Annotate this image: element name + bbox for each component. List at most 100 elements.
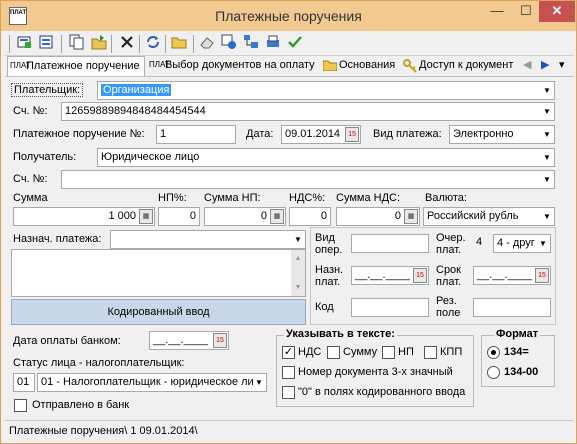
- tab-label: Основания: [339, 59, 396, 71]
- nds-checkbox[interactable]: ✓: [282, 346, 295, 359]
- blue-gear-icon[interactable]: [219, 34, 239, 54]
- close-button[interactable]: ✕: [539, 1, 575, 22]
- payer-label: Плательщик:: [11, 83, 84, 97]
- scroll-up-icon[interactable]: ▲: [291, 250, 305, 267]
- indicate-group-title: Указывать в тексте:: [284, 328, 397, 340]
- due-date-label-line1: Срок: [436, 264, 461, 276]
- zero-in-coded-checkbox-label: "0" в полях кодированного ввода: [298, 386, 466, 398]
- purpose-date-input[interactable]: __.__.____ 15: [351, 266, 429, 285]
- folder-icon: [322, 59, 338, 72]
- purpose-date-value: __.__.____: [355, 269, 411, 281]
- tab-more-button[interactable]: ▾: [559, 56, 565, 76]
- coded-input-button[interactable]: Кодированный ввод: [11, 299, 306, 325]
- calculator-icon[interactable]: ▦: [404, 209, 418, 224]
- delete-icon[interactable]: [117, 34, 137, 54]
- payment-order-panel: Плательщик: Организация ▼ Сч. №: 1265988…: [5, 76, 573, 418]
- toolbar-separator: [139, 35, 140, 53]
- maximize-button[interactable]: ☐: [512, 1, 540, 22]
- toolbar-separator: [111, 35, 112, 53]
- bank-date-input[interactable]: __.__.____ 15: [149, 331, 229, 350]
- due-date-input[interactable]: __.__.____ 15: [473, 266, 551, 285]
- chevron-down-icon[interactable]: ▼: [536, 235, 550, 252]
- chevron-down-icon[interactable]: ▼: [540, 208, 554, 225]
- tree-icon[interactable]: [241, 34, 261, 54]
- format-134-label: 134=: [504, 346, 529, 358]
- payment-type-combo[interactable]: Электронно ▼: [449, 125, 555, 144]
- format-group: [481, 335, 555, 387]
- purpose-textarea[interactable]: ▲ ▼: [11, 249, 306, 297]
- minimize-button[interactable]: —: [483, 1, 511, 22]
- chevron-down-icon[interactable]: ▼: [291, 231, 305, 248]
- format-134-radio[interactable]: [487, 346, 500, 359]
- currency-combo[interactable]: Российский рубль ▼: [423, 207, 555, 226]
- calendar-icon[interactable]: 15: [535, 268, 549, 283]
- kpp-checkbox[interactable]: [424, 346, 437, 359]
- format-134-00-radio[interactable]: [487, 366, 500, 379]
- chevron-down-icon[interactable]: ▼: [540, 171, 554, 188]
- tab-payment-order[interactable]: ПЛАТ Платежное поручение: [7, 56, 145, 76]
- chevron-down-icon[interactable]: ▼: [540, 126, 554, 143]
- print-icon[interactable]: [263, 34, 283, 54]
- copy-icon[interactable]: [67, 34, 87, 54]
- taxpayer-status-combo[interactable]: 01 - Налогоплательщик - юридическое ли ▼: [37, 373, 267, 392]
- scroll-down-icon[interactable]: ▼: [291, 279, 305, 296]
- np-checkbox[interactable]: [382, 346, 395, 359]
- order-number-input[interactable]: 1: [156, 125, 236, 144]
- title-bar: ПЛАТ Платежные поручения — ☐ ✕: [1, 1, 576, 31]
- calculator-icon[interactable]: ▦: [270, 209, 284, 224]
- op-type-input[interactable]: [351, 234, 429, 253]
- result-field-input[interactable]: [473, 298, 551, 317]
- calendar-icon[interactable]: 15: [213, 333, 227, 348]
- sum-checkbox[interactable]: [327, 346, 340, 359]
- folder-open-icon[interactable]: [169, 34, 189, 54]
- recipient-combo[interactable]: Юридическое лицо ▼: [97, 148, 555, 167]
- sum-np-input[interactable]: 0 ▦: [204, 207, 286, 226]
- account-label: Сч. №:: [13, 105, 48, 117]
- np-percent-input[interactable]: 0: [158, 207, 200, 226]
- chevron-down-icon[interactable]: ▼: [540, 103, 554, 120]
- purpose-scrollbar[interactable]: ▲ ▼: [291, 250, 305, 296]
- payer-combo[interactable]: Организация ▼: [97, 81, 555, 100]
- add-icon[interactable]: [15, 34, 35, 54]
- calculator-icon[interactable]: ▦: [139, 209, 153, 224]
- main-window: ПЛАТ Платежные поручения — ☐ ✕ ПЛАТ Плат…: [0, 0, 577, 444]
- check-icon[interactable]: [285, 34, 305, 54]
- purpose-template-combo[interactable]: ▼: [110, 230, 306, 249]
- recipient-account-combo[interactable]: ▼: [61, 170, 555, 189]
- chevron-down-icon[interactable]: ▼: [540, 82, 554, 99]
- eraser-icon[interactable]: [197, 34, 217, 54]
- tab-prev-button[interactable]: ◀: [523, 56, 531, 76]
- tab-document-access[interactable]: Доступ к документ: [401, 56, 519, 76]
- tab-grounds[interactable]: Основания: [321, 56, 401, 76]
- sent-to-bank-checkbox[interactable]: [14, 399, 27, 412]
- edit-icon[interactable]: [37, 34, 57, 54]
- folder-move-icon[interactable]: [89, 34, 109, 54]
- code-input[interactable]: [351, 298, 429, 317]
- date-input[interactable]: 09.01.2014 15: [281, 125, 361, 144]
- tab-select-documents[interactable]: ПЛАТ Выбор документов на оплату: [147, 56, 319, 76]
- bank-date-label: Дата оплаты банком:: [13, 335, 121, 347]
- queue-combo[interactable]: 4 - друг ▼: [493, 234, 551, 253]
- due-date-label: Срок плат.: [436, 264, 461, 288]
- sum-label: Сумма: [13, 192, 48, 204]
- tab-label: Платежное поручение: [26, 60, 140, 72]
- zero-in-coded-checkbox[interactable]: [282, 386, 295, 399]
- calendar-icon[interactable]: 15: [345, 127, 359, 142]
- chevron-down-icon[interactable]: ▼: [540, 149, 554, 166]
- taxpayer-status-code[interactable]: 01: [13, 373, 35, 392]
- calendar-icon[interactable]: 15: [413, 268, 427, 283]
- nds-percent-input[interactable]: 0: [289, 207, 331, 226]
- tab-bar: ПЛАТ Платежное поручение ПЛАТ Выбор доку…: [5, 56, 573, 76]
- purpose-date-label-line2: плат.: [315, 276, 341, 288]
- doc-number-checkbox[interactable]: [282, 366, 295, 379]
- refresh-icon[interactable]: [143, 34, 163, 54]
- toolbar-separator: [165, 35, 166, 53]
- account-combo[interactable]: 12659889894848484454544 ▼: [61, 102, 555, 121]
- sent-to-bank-label: Отправлено в банк: [32, 399, 130, 411]
- chevron-down-icon[interactable]: ▼: [252, 374, 266, 391]
- sum-nds-input[interactable]: 0 ▦: [336, 207, 420, 226]
- sum-nds-label: Сумма НДС:: [336, 192, 401, 204]
- sum-input[interactable]: 1 000 ▦: [13, 207, 155, 226]
- tab-next-button[interactable]: ▶: [541, 56, 549, 76]
- result-field-label: Рез. поле: [436, 295, 460, 319]
